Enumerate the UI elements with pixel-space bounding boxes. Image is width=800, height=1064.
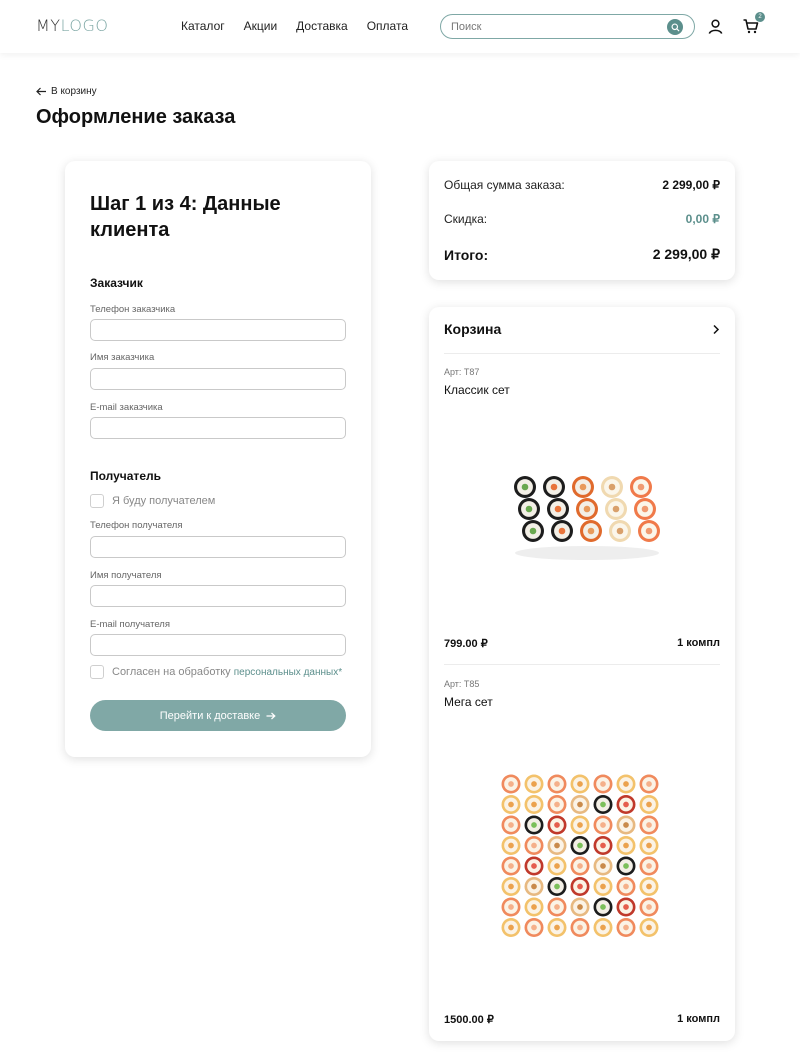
chevron-right-icon[interactable] bbox=[712, 324, 720, 335]
search-input[interactable] bbox=[451, 19, 661, 35]
search-icon bbox=[670, 22, 680, 32]
consent-label: Согласен на обработку персональных данны… bbox=[112, 666, 342, 678]
nav-payment[interactable]: Оплата bbox=[367, 19, 408, 33]
consent-option[interactable]: Согласен на обработку персональных данны… bbox=[90, 665, 342, 679]
self-recipient-label: Я буду получателем bbox=[112, 495, 216, 507]
self-recipient-checkbox[interactable] bbox=[90, 494, 104, 508]
nav-catalog[interactable]: Каталог bbox=[181, 19, 225, 33]
item-article: Арт: Т85 bbox=[444, 679, 480, 689]
logo-text: LOGO bbox=[60, 16, 109, 35]
arrow-right-icon bbox=[266, 712, 276, 719]
recipient-email-label: E-mail получателя bbox=[90, 619, 170, 630]
mega-set-image bbox=[501, 774, 659, 937]
customer-phone-label: Телефон заказчика bbox=[90, 304, 176, 315]
divider bbox=[444, 664, 720, 665]
item-name: Классик сет bbox=[444, 383, 510, 397]
summary-grand-label: Итого: bbox=[444, 246, 489, 263]
customer-phone-field[interactable] bbox=[90, 319, 346, 341]
summary-discount-label: Скидка: bbox=[444, 212, 488, 226]
summary-grand-value: 2 299,00 ₽ bbox=[652, 246, 720, 262]
classic-set-image bbox=[514, 476, 660, 560]
customer-name-label: Имя заказчика bbox=[90, 352, 155, 363]
summary-discount-row: Скидка: 0,00 ₽ bbox=[444, 212, 720, 226]
item-price: 1500.00 ₽ bbox=[444, 1014, 494, 1026]
go-to-delivery-button[interactable]: Перейти к доставке bbox=[90, 700, 346, 731]
required-mark: * bbox=[338, 667, 343, 678]
self-recipient-option[interactable]: Я буду получателем bbox=[90, 494, 215, 508]
cart-count-badge: 2 bbox=[755, 12, 765, 22]
page-title: Оформление заказа bbox=[36, 106, 236, 128]
item-quantity: 1 компл bbox=[677, 1013, 720, 1025]
search-button[interactable] bbox=[667, 19, 683, 35]
order-summary-card: Общая сумма заказа: 2 299,00 ₽ Скидка: 0… bbox=[429, 161, 735, 280]
cart-title: Корзина bbox=[444, 321, 502, 337]
nav-promotions[interactable]: Акции bbox=[244, 19, 278, 33]
consent-text: Согласен на обработку bbox=[112, 666, 231, 678]
go-to-delivery-label: Перейти к доставке bbox=[159, 709, 261, 722]
cart-header[interactable]: Корзина bbox=[444, 321, 720, 337]
step-title: Шаг 1 из 4: Данные клиента bbox=[90, 193, 281, 241]
recipient-section-title: Получатель bbox=[90, 469, 161, 483]
main-nav: Каталог Акции Доставка Оплата bbox=[181, 19, 408, 33]
customer-name-field[interactable] bbox=[90, 368, 346, 390]
consent-checkbox[interactable] bbox=[90, 665, 104, 679]
item-quantity: 1 компл bbox=[677, 637, 720, 649]
divider bbox=[444, 353, 720, 354]
recipient-name-label: Имя получателя bbox=[90, 570, 162, 581]
recipient-name-field[interactable] bbox=[90, 585, 346, 607]
back-to-cart-link[interactable]: В корзину bbox=[36, 86, 97, 97]
summary-discount-value: 0,00 ₽ bbox=[685, 212, 720, 226]
cart-card: Корзина Арт: Т87 Классик сет 799.00 ₽ 1 … bbox=[429, 307, 735, 1041]
item-name: Мега сет bbox=[444, 695, 493, 709]
user-icon[interactable] bbox=[707, 18, 724, 35]
arrow-left-icon bbox=[36, 87, 46, 96]
customer-email-field[interactable] bbox=[90, 417, 346, 439]
summary-total-row: Общая сумма заказа: 2 299,00 ₽ bbox=[444, 178, 720, 192]
back-link-label: В корзину bbox=[51, 86, 97, 97]
summary-total-label: Общая сумма заказа: bbox=[444, 178, 565, 192]
summary-grand-row: Итого: 2 299,00 ₽ bbox=[444, 246, 720, 263]
nav-delivery[interactable]: Доставка bbox=[296, 19, 348, 33]
header: MYLOGO Каталог Акции Доставка Оплата 2 bbox=[0, 0, 800, 53]
item-article: Арт: Т87 bbox=[444, 367, 480, 377]
summary-total-value: 2 299,00 ₽ bbox=[662, 178, 720, 192]
customer-form-card: Шаг 1 из 4: Данные клиента Заказчик Теле… bbox=[65, 161, 371, 757]
customer-email-label: E-mail заказчика bbox=[90, 402, 163, 413]
logo[interactable]: MYLOGO bbox=[36, 17, 109, 35]
customer-section-title: Заказчик bbox=[90, 276, 143, 290]
recipient-phone-label: Телефон получателя bbox=[90, 520, 183, 531]
item-price: 799.00 ₽ bbox=[444, 638, 488, 650]
recipient-email-field[interactable] bbox=[90, 634, 346, 656]
logo-my: MY bbox=[36, 16, 61, 35]
personal-data-link[interactable]: персональных данных bbox=[234, 667, 338, 678]
recipient-phone-field[interactable] bbox=[90, 536, 346, 558]
search-box bbox=[440, 14, 695, 39]
